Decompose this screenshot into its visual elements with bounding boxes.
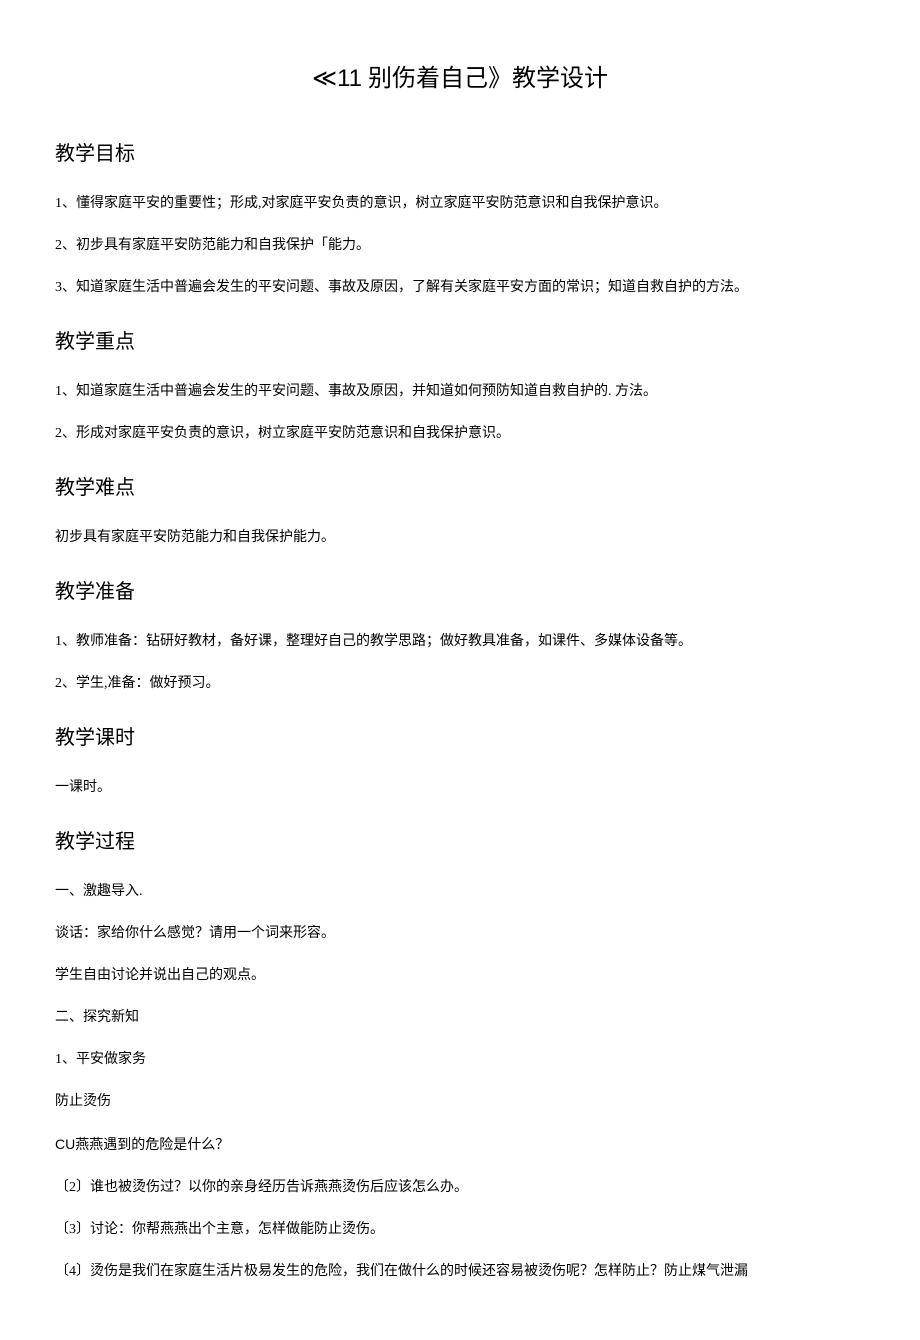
title-number: ≪11 [312,65,362,92]
process-sub-item-2: 〔2〕谁也被烫伤过？以你的亲身经历告诉燕燕烫伤后应该怎么办。 [55,1174,865,1202]
goals-item-2: 2、初步具有家庭平安防范能力和自我保护「能力。 [55,232,865,260]
section-heading-classtime: 教学课时 [55,722,865,754]
process-sub-item-3: 〔3〕讨论：你帮燕燕出个主意，怎样做能防止烫伤。 [55,1216,865,1244]
title-text: 别伤着自己》教学设计 [362,66,608,92]
preparation-item-1: 1、教师准备：钻研好教材，备好课，整理好自己的教学思路；做好教具准备，如课件、多… [55,628,865,656]
classtime-item-1: 一课时。 [55,774,865,802]
process-item-6: 防止烫伤 [55,1088,865,1116]
process-sub-item-4: 〔4〕烫伤是我们在家庭生活片极易发生的危险，我们在做什么的时候还容易被烫伤呢？怎… [55,1258,865,1286]
section-heading-difficulties: 教学难点 [55,472,865,504]
cu-text: 燕燕遇到的危险是什么？ [75,1138,229,1153]
document-title: ≪11 别伤着自己》教学设计 [55,60,865,98]
section-heading-goals: 教学目标 [55,138,865,170]
goals-item-3: 3、知道家庭生活中普遍会发生的平安问题、事故及原因，了解有关家庭平安方面的常识；… [55,274,865,302]
cu-prefix: CU [55,1136,75,1152]
keypoints-item-2: 2、形成对家庭平安负责的意识，树立家庭平安防范意识和自我保护意识。 [55,420,865,448]
goals-item-1: 1、懂得家庭平安的重要性；形成,对家庭平安负责的意识，树立家庭平安防范意识和自我… [55,190,865,218]
process-item-4: 二、探究新知 [55,1004,865,1032]
section-heading-process: 教学过程 [55,826,865,858]
section-heading-keypoints: 教学重点 [55,326,865,358]
process-cu-line: CU燕燕遇到的危险是什么？ [55,1130,865,1160]
process-item-2: 谈话：家给你什么感觉？请用一个词来形容。 [55,920,865,948]
process-item-5: 1、平安做家务 [55,1046,865,1074]
section-heading-preparation: 教学准备 [55,576,865,608]
preparation-item-2: 2、学生,准备：做好预习。 [55,670,865,698]
keypoints-item-1: 1、知道家庭生活中普遍会发生的平安问题、事故及原因，并知道如何预防知道自救自护的… [55,378,865,406]
difficulties-item-1: 初步具有家庭平安防范能力和自我保护能力。 [55,524,865,552]
process-item-1: 一、激趣导入. [55,878,865,906]
process-item-3: 学生自由讨论并说出自己的观点。 [55,962,865,990]
